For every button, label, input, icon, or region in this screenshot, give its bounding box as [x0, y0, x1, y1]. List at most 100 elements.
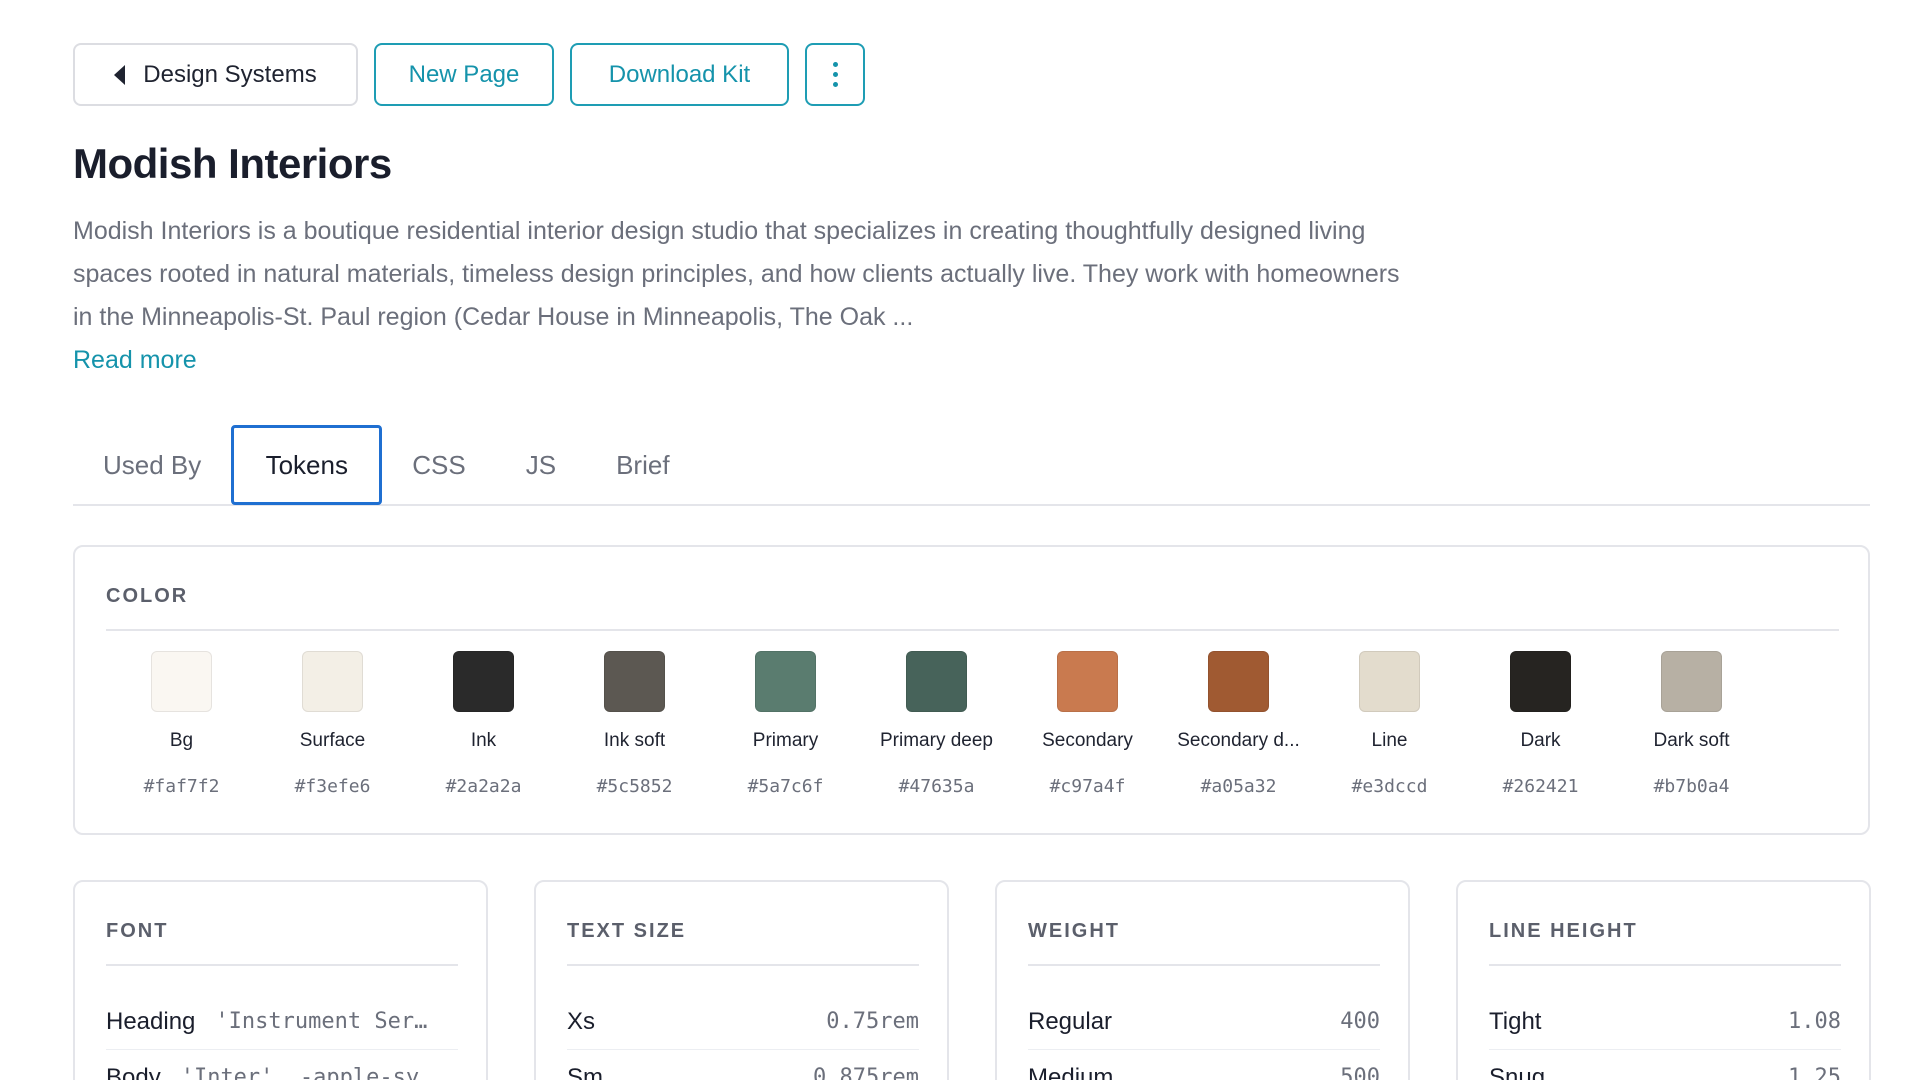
color-swatch[interactable]: Surface #f3efe6 [257, 651, 408, 797]
line-height-tokens-card: LINE HEIGHT Tight 1.08 Snug 1.25 [1456, 880, 1871, 1080]
color-chip [755, 651, 816, 712]
download-kit-button[interactable]: Download Kit [570, 43, 789, 106]
divider [106, 629, 1839, 631]
color-hex: #5c5852 [596, 776, 673, 797]
color-hex: #a05a32 [1200, 776, 1277, 797]
text-size-tokens-card: TEXT SIZE Xs 0.75rem Sm 0.875rem [534, 880, 949, 1080]
tab-bar: Used By Tokens CSS JS Brief [73, 425, 1870, 506]
color-tokens-card: COLOR Bg #faf7f2 Surface #f3efe6 Ink #2a2a2a I… [73, 545, 1870, 835]
color-hex: #2a2a2a [445, 776, 522, 797]
token-name: Regular [1028, 1007, 1113, 1035]
color-swatch[interactable]: Secondary #c97a4f [1012, 651, 1163, 797]
tab-brief[interactable]: Brief [586, 425, 699, 505]
color-hex: #5a7c6f [747, 776, 824, 797]
color-swatch[interactable]: Bg #faf7f2 [106, 651, 257, 797]
token-value: 0.75rem [826, 1009, 919, 1034]
caret-left-icon [114, 64, 126, 85]
color-hex: #b7b0a4 [1653, 776, 1730, 797]
token-row: Heading 'Instrument Ser… [106, 994, 458, 1050]
color-chip [906, 651, 967, 712]
color-name: Primary [752, 730, 819, 751]
color-chip [1661, 651, 1722, 712]
token-name: Heading [106, 1007, 196, 1035]
toolbar: Design Systems New Page Download Kit [73, 43, 865, 106]
color-swatch[interactable]: Ink soft #5c5852 [559, 651, 710, 797]
token-name: Tight [1489, 1007, 1542, 1035]
token-value: 'Inter', -apple-sy… [180, 1065, 421, 1080]
read-more-link[interactable]: Read more [73, 346, 197, 375]
color-swatch[interactable]: Dark #262421 [1465, 651, 1616, 797]
color-swatch[interactable]: Dark soft #b7b0a4 [1616, 651, 1767, 797]
vertical-dots-icon [832, 62, 838, 87]
new-page-button[interactable]: New Page [374, 43, 554, 106]
back-button[interactable]: Design Systems [73, 43, 358, 106]
token-value: 1.25 [1788, 1065, 1841, 1080]
divider [106, 964, 458, 966]
token-name: Medium [1028, 1063, 1114, 1080]
color-hex: #f3efe6 [294, 776, 371, 797]
color-name: Line [1371, 730, 1408, 751]
swatch-list: Bg #faf7f2 Surface #f3efe6 Ink #2a2a2a Ink sof… [106, 651, 1767, 797]
token-row: Snug 1.25 [1489, 1050, 1841, 1080]
color-name: Ink [470, 730, 497, 751]
token-name: Body [106, 1063, 161, 1080]
color-chip [604, 651, 665, 712]
weight-tokens-card: WEIGHT Regular 400 Medium 500 [995, 880, 1410, 1080]
color-chip [1208, 651, 1269, 712]
section-label: LINE HEIGHT [1489, 920, 1638, 942]
section-label: TEXT SIZE [567, 920, 687, 942]
section-label: FONT [106, 920, 169, 942]
token-name: Sm [567, 1063, 603, 1080]
token-value: 400 [1340, 1009, 1380, 1034]
token-value: 1.08 [1788, 1009, 1841, 1034]
tab-tokens[interactable]: Tokens [231, 425, 383, 505]
section-label: COLOR [106, 585, 189, 607]
color-name: Secondary [1042, 730, 1133, 751]
color-chip [1359, 651, 1420, 712]
color-name: Dark [1520, 730, 1561, 751]
color-name: Dark soft [1653, 730, 1730, 751]
color-name: Bg [169, 730, 194, 751]
color-chip [453, 651, 514, 712]
section-label: WEIGHT [1028, 920, 1120, 942]
more-options-button[interactable] [805, 43, 865, 106]
color-hex: #faf7f2 [143, 776, 220, 797]
token-row: Body 'Inter', -apple-sy… [106, 1050, 458, 1080]
page-description: Modish Interiors is a boutique residenti… [73, 217, 1400, 331]
color-hex: #262421 [1502, 776, 1579, 797]
color-chip [302, 651, 363, 712]
tab-css[interactable]: CSS [382, 425, 495, 505]
color-swatch[interactable]: Line #e3dccd [1314, 651, 1465, 797]
tab-js[interactable]: JS [496, 425, 586, 505]
page-title: Modish Interiors [73, 140, 392, 187]
back-button-label: Design Systems [143, 60, 317, 88]
color-name: Secondary d... [1177, 730, 1300, 751]
divider [567, 964, 919, 966]
token-value: 500 [1340, 1065, 1380, 1080]
color-swatch[interactable]: Ink #2a2a2a [408, 651, 559, 797]
color-name: Ink soft [603, 730, 666, 751]
font-tokens-card: FONT Heading 'Instrument Ser… Body 'Inte… [73, 880, 488, 1080]
token-row: Medium 500 [1028, 1050, 1380, 1080]
tab-used-by[interactable]: Used By [73, 425, 231, 505]
color-name: Surface [299, 730, 366, 751]
divider [1489, 964, 1841, 966]
color-hex: #47635a [898, 776, 975, 797]
token-name: Snug [1489, 1063, 1546, 1080]
color-chip [1057, 651, 1118, 712]
color-swatch[interactable]: Primary #5a7c6f [710, 651, 861, 797]
color-swatch[interactable]: Secondary d... #a05a32 [1163, 651, 1314, 797]
token-row: Xs 0.75rem [567, 994, 919, 1050]
token-value: 'Instrument Ser… [215, 1009, 428, 1034]
color-hex: #c97a4f [1049, 776, 1126, 797]
color-swatch[interactable]: Primary deep #47635a [861, 651, 1012, 797]
color-chip [1510, 651, 1571, 712]
divider [1028, 964, 1380, 966]
token-row: Sm 0.875rem [567, 1050, 919, 1080]
token-row: Regular 400 [1028, 994, 1380, 1050]
color-name: Primary deep [880, 730, 993, 751]
color-hex: #e3dccd [1351, 776, 1428, 797]
token-name: Xs [567, 1007, 596, 1035]
token-row: Tight 1.08 [1489, 994, 1841, 1050]
token-value: 0.875rem [813, 1065, 919, 1080]
